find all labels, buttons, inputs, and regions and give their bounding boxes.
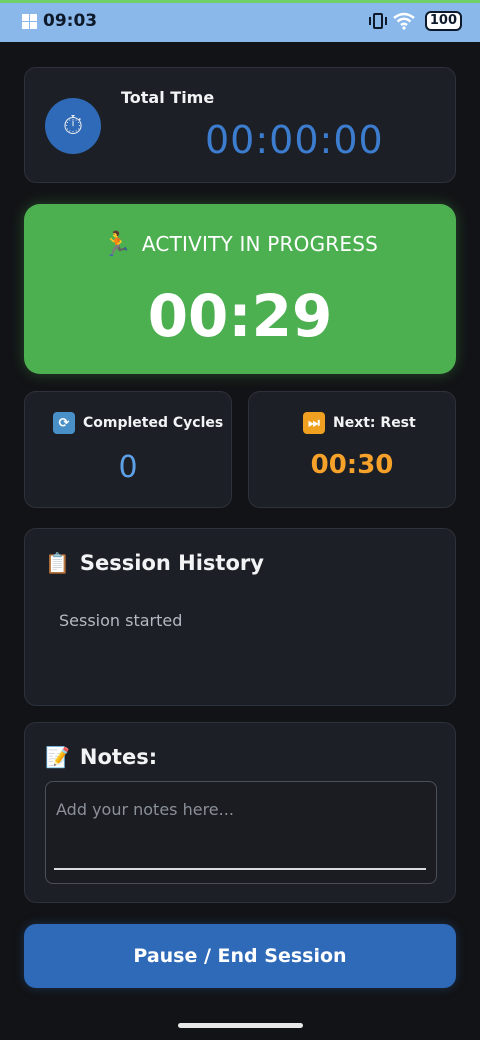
status-bar-left: 09:03	[22, 11, 97, 31]
windows-icon	[22, 13, 37, 29]
home-indicator[interactable]	[178, 1023, 303, 1028]
completed-cycles-label: Completed Cycles	[83, 415, 224, 431]
completed-cycles-card: ⟳ Completed Cycles 0	[24, 391, 232, 508]
status-time: 09:03	[43, 11, 98, 31]
wifi-icon	[393, 12, 415, 30]
clipboard-icon: 📋	[45, 551, 70, 575]
battery-icon: 100	[424, 11, 462, 31]
status-bar: 09:03 100	[0, 0, 480, 42]
notes-header: 📝 Notes:	[45, 745, 157, 769]
completed-cycles-value: 0	[118, 450, 138, 485]
runner-icon: 🏃	[101, 230, 132, 258]
total-time-value: 00:00:00	[205, 118, 384, 162]
session-history-card: 📋 Session History Session started	[24, 528, 456, 706]
activity-card: 🏃 ACTIVITY IN PROGRESS 00:29	[24, 204, 456, 374]
next-phase-card: ⏭ Next: Rest 00:30	[248, 391, 456, 508]
fast-forward-icon: ⏭	[303, 412, 325, 434]
activity-header: 🏃 ACTIVITY IN PROGRESS	[24, 230, 456, 258]
stopwatch-icon: ⏱	[45, 98, 101, 154]
pause-end-session-button[interactable]: Pause / End Session	[24, 924, 456, 988]
notes-title: Notes:	[79, 745, 158, 769]
memo-icon: 📝	[45, 745, 70, 769]
next-phase-value: 00:30	[310, 450, 394, 480]
notes-card: 📝 Notes:	[24, 722, 456, 903]
activity-status-label: ACTIVITY IN PROGRESS	[141, 232, 378, 256]
activity-timer: 00:29	[147, 282, 333, 350]
status-bar-right: 100	[368, 11, 462, 31]
session-history-header: 📋 Session History	[45, 551, 264, 575]
next-phase-label: Next: Rest	[333, 415, 416, 431]
next-phase-header: ⏭ Next: Rest	[303, 412, 416, 434]
total-time-label: Total Time	[121, 88, 215, 107]
repeat-icon: ⟳	[53, 412, 75, 434]
completed-cycles-header: ⟳ Completed Cycles	[53, 412, 223, 434]
history-entry: Session started	[59, 611, 183, 630]
vibrate-icon	[368, 13, 387, 29]
total-time-card: ⏱ Total Time 00:00:00	[24, 67, 456, 183]
session-history-title: Session History	[79, 551, 264, 575]
notes-box	[45, 781, 437, 884]
notes-input[interactable]	[54, 792, 426, 870]
